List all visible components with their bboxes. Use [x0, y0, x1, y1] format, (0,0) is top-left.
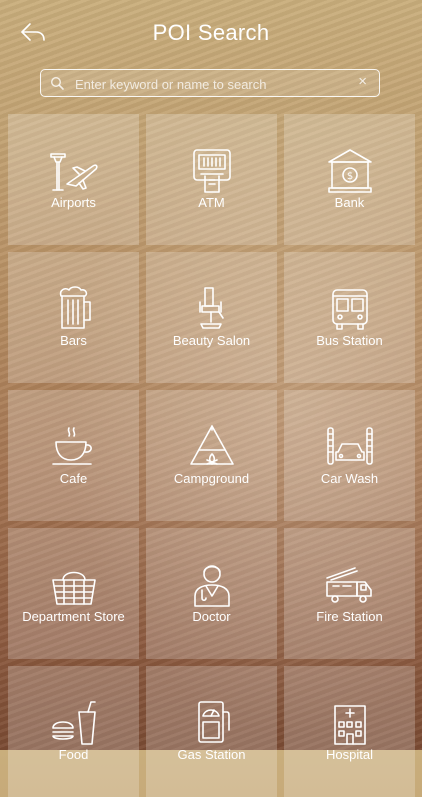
category-label: Cafe: [59, 471, 88, 486]
category-grid: Airports ATM $ Bank Bars Beauty Salon Bu…: [8, 114, 415, 797]
category-label: Bank: [334, 195, 365, 210]
page-title: POI Search: [152, 20, 270, 45]
gas-pump-icon: [197, 701, 230, 743]
category-label: Campground: [173, 471, 250, 486]
airport-icon: [49, 153, 98, 191]
category-airports[interactable]: Airports: [8, 114, 139, 245]
hospital-icon: [333, 705, 366, 745]
fire-truck-icon: [325, 567, 372, 603]
search-icon: [50, 76, 64, 90]
category-label: Doctor: [192, 609, 231, 624]
category-label: Food: [58, 747, 89, 762]
category-label: ATM: [198, 195, 225, 210]
search-input[interactable]: [73, 72, 347, 96]
search-bar: ×: [40, 69, 380, 97]
basket-icon: [51, 571, 96, 605]
category-label: Airports: [51, 195, 96, 210]
category-gas-station[interactable]: Gas Station: [146, 666, 277, 797]
category-label: Department Store: [22, 609, 125, 624]
tent-icon: [189, 425, 234, 465]
category-label: Car Wash: [320, 471, 379, 486]
beer-mug-icon: [59, 286, 91, 329]
clear-search-button[interactable]: ×: [358, 73, 367, 90]
category-bank[interactable]: $ Bank: [284, 114, 415, 245]
category-campground[interactable]: Campground: [146, 390, 277, 521]
category-label: Hospital: [326, 747, 373, 762]
category-hospital[interactable]: Hospital: [284, 666, 415, 797]
category-cafe[interactable]: Cafe: [8, 390, 139, 521]
category-label: Gas Station: [177, 747, 246, 762]
category-label: Bars: [60, 333, 87, 348]
category-department-store[interactable]: Department Store: [8, 528, 139, 659]
category-label: Bus Station: [316, 333, 383, 348]
car-wash-icon: [326, 427, 373, 465]
category-fire-station[interactable]: Fire Station: [284, 528, 415, 659]
category-bus-station[interactable]: Bus Station: [284, 252, 415, 383]
salon-chair-icon: [198, 287, 224, 329]
bus-icon: [331, 289, 368, 330]
category-car-wash[interactable]: Car Wash: [284, 390, 415, 521]
category-doctor[interactable]: Doctor: [146, 528, 277, 659]
atm-icon: [192, 149, 231, 193]
category-food[interactable]: Food: [8, 666, 139, 797]
header: POI Search: [0, 0, 422, 70]
category-atm[interactable]: ATM: [146, 114, 277, 245]
coffee-cup-icon: [51, 427, 92, 465]
food-icon: [51, 701, 96, 745]
category-label: Beauty Salon: [172, 333, 251, 348]
doctor-icon: [193, 565, 230, 607]
svg-text:$: $: [346, 171, 352, 182]
category-beauty-salon[interactable]: Beauty Salon: [146, 252, 277, 383]
bank-icon: $: [327, 149, 372, 193]
category-bars[interactable]: Bars: [8, 252, 139, 383]
category-label: Fire Station: [316, 609, 383, 624]
